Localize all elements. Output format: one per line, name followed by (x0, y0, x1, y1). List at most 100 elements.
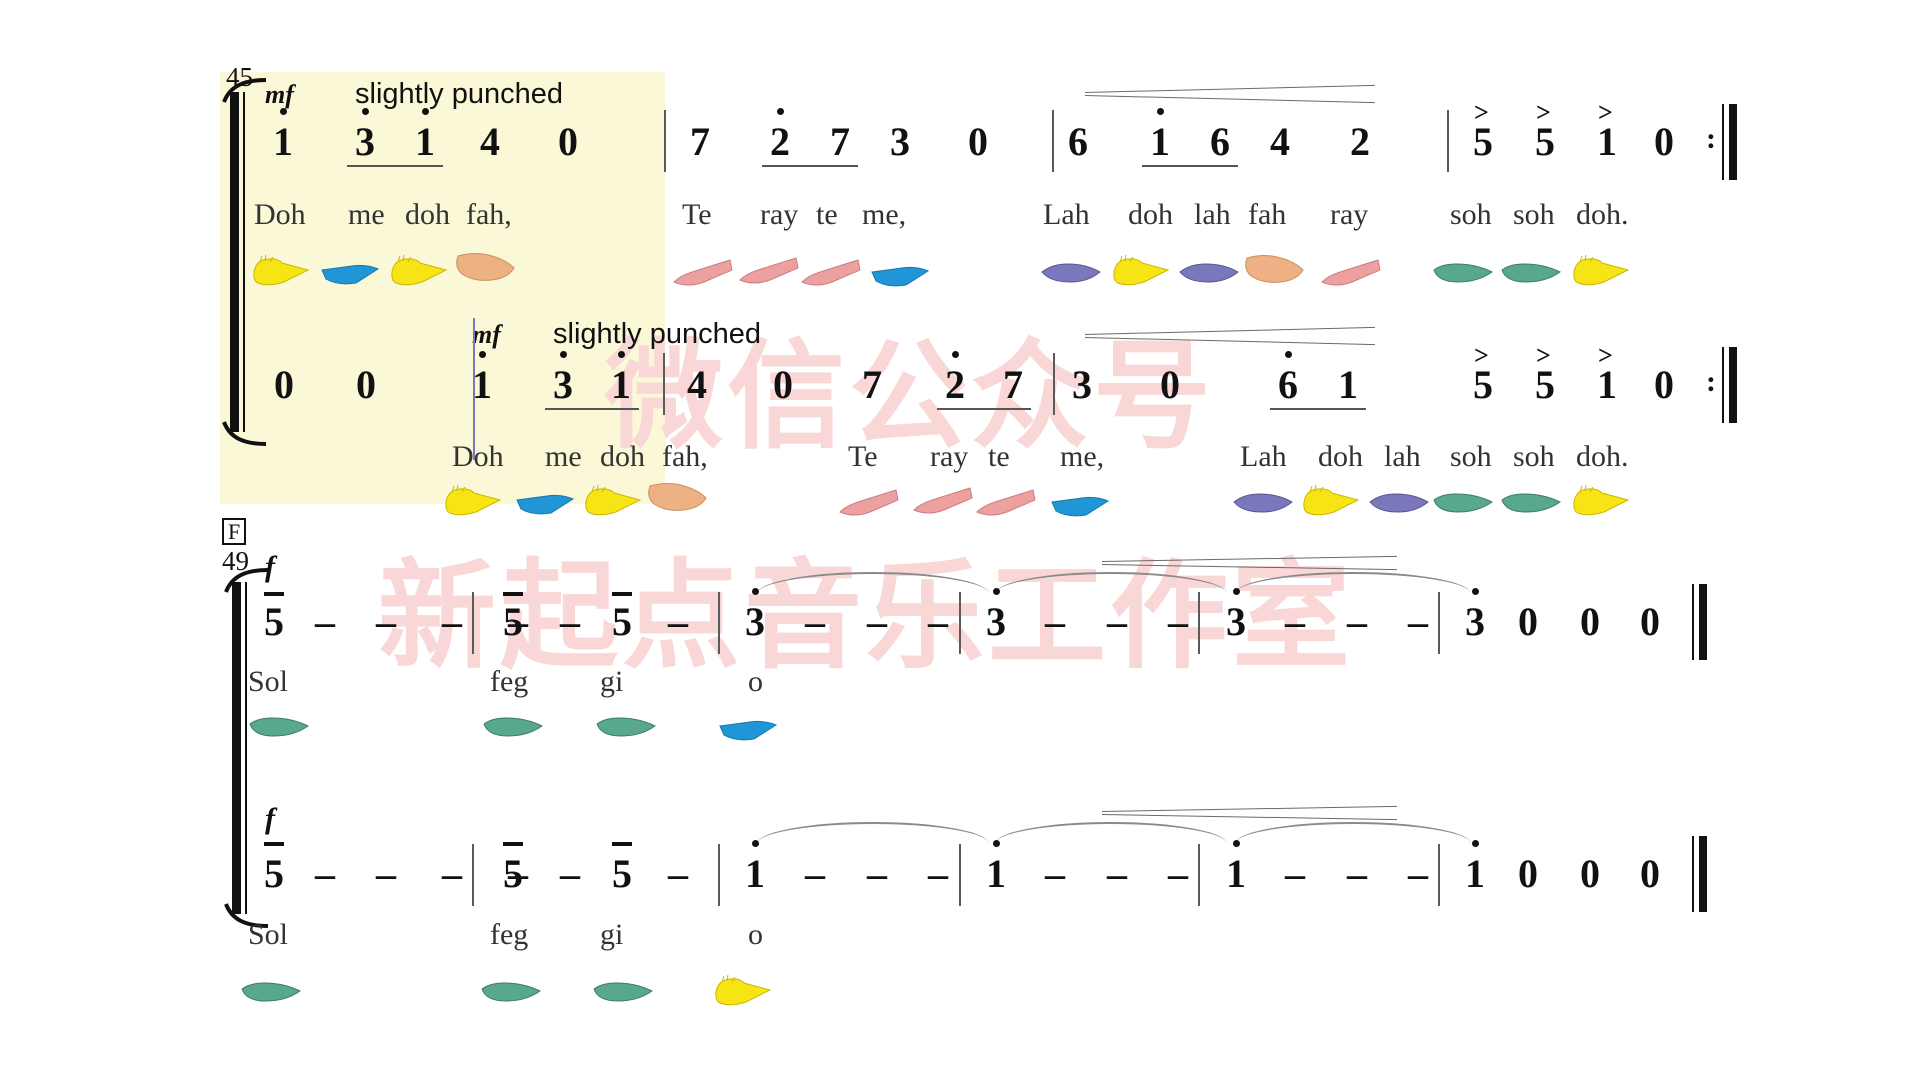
dynamic-f-voice4: f (265, 802, 275, 835)
expression-voice2: slightly punched (553, 318, 761, 350)
note: 5 (503, 599, 523, 644)
lyric: Sol (248, 665, 289, 698)
hand-sign-icon (870, 258, 932, 292)
lyric: te (988, 440, 1010, 473)
note: 2 (770, 119, 790, 164)
beam (762, 165, 858, 167)
octave-dot (1472, 840, 1479, 847)
note: 7 (830, 119, 850, 164)
lyric: te (816, 198, 838, 231)
lyric: me, (862, 198, 907, 231)
duration-dash: – (376, 851, 396, 896)
lyric: doh (1318, 440, 1363, 473)
octave-dot (362, 108, 369, 115)
hand-sign-icon (595, 710, 657, 744)
duration-dash: – (805, 851, 825, 896)
note: 4 (1270, 119, 1290, 164)
octave-bar (264, 592, 284, 596)
duration-dash: – (315, 851, 335, 896)
duration-dash: – (1285, 851, 1305, 896)
decrescendo-hairpin (1101, 555, 1397, 576)
note: 0 (274, 362, 294, 407)
note: 0 (356, 362, 376, 407)
lyric: Lah (1240, 440, 1287, 473)
dynamic-mf-voice1: mf (265, 80, 294, 109)
lyric: o (748, 918, 763, 951)
barline (472, 592, 474, 654)
beam (1142, 165, 1238, 167)
beam (545, 408, 639, 410)
barline (663, 353, 665, 415)
note: 3 (890, 119, 910, 164)
rehearsal-mark-F: F (222, 518, 247, 546)
octave-dot (993, 588, 1000, 595)
note: 3 (1072, 362, 1092, 407)
duration-dash: – (668, 851, 688, 896)
hand-sign-icon (480, 975, 542, 1009)
dynamic-mf-voice2: mf (472, 320, 501, 349)
hand-sign-icon (592, 975, 654, 1009)
duration-dash: – (1045, 599, 1065, 644)
lyric: o (748, 665, 763, 698)
note: 1 (1150, 119, 1170, 164)
duration-dash: – (1347, 851, 1367, 896)
octave-dot (752, 840, 759, 847)
lyric: Te (848, 440, 878, 473)
lyric: Doh (452, 440, 504, 473)
barline (1438, 844, 1440, 906)
note: 0 (1160, 362, 1180, 407)
barline (664, 110, 666, 172)
note: 5 (264, 599, 284, 644)
duration-dash: – (442, 851, 462, 896)
octave-dot (422, 108, 429, 115)
barline (718, 592, 720, 654)
barline (959, 844, 961, 906)
barline (1198, 592, 1200, 654)
note: 0 (773, 362, 793, 407)
note: 5 (264, 851, 284, 896)
duration-dash: – (1285, 599, 1305, 644)
beam (937, 408, 1031, 410)
duration-dash: – (1045, 851, 1065, 896)
hand-sign-icon (975, 484, 1037, 518)
hand-sign-icon (738, 252, 800, 286)
note: 5 (612, 599, 632, 644)
lyric: soh (1450, 440, 1492, 473)
note: 1 (1226, 851, 1246, 896)
lyric: soh (1450, 198, 1492, 231)
hand-sign-icon (712, 972, 774, 1006)
hand-sign-icon (1245, 252, 1307, 286)
lyric: feg (490, 665, 529, 698)
repeat-dots: : (1706, 122, 1716, 155)
hand-sign-icon (388, 252, 450, 286)
barline (1198, 844, 1200, 906)
lyric: soh (1513, 198, 1555, 231)
hand-sign-icon (1570, 252, 1632, 286)
barline (1053, 353, 1055, 415)
duration-dash: – (560, 851, 580, 896)
note: 1 (472, 362, 492, 407)
octave-dot (479, 351, 486, 358)
hand-sign-icon (515, 486, 577, 520)
hand-sign-icon (672, 254, 734, 288)
hand-sign-icon (912, 482, 974, 516)
lyric: Te (682, 198, 712, 231)
lyric: ray (930, 440, 969, 473)
note: 5 (1535, 362, 1555, 407)
lyric: Doh (254, 198, 306, 231)
note: 0 (1640, 851, 1660, 896)
duration-dash: – (668, 599, 688, 644)
dynamic-f-voice3: f (265, 550, 275, 583)
barline (959, 592, 961, 654)
octave-dot (280, 108, 287, 115)
note: 5 (1473, 362, 1493, 407)
note: 3 (355, 119, 375, 164)
note: 5 (612, 851, 632, 896)
decrescendo-hairpin (1084, 84, 1375, 106)
hand-sign-icon (1500, 486, 1562, 520)
lyric: lah (1384, 440, 1421, 473)
duration-dash: – (805, 599, 825, 644)
duration-dash: – (1168, 599, 1188, 644)
octave-bar (503, 842, 523, 846)
octave-dot (1233, 840, 1240, 847)
